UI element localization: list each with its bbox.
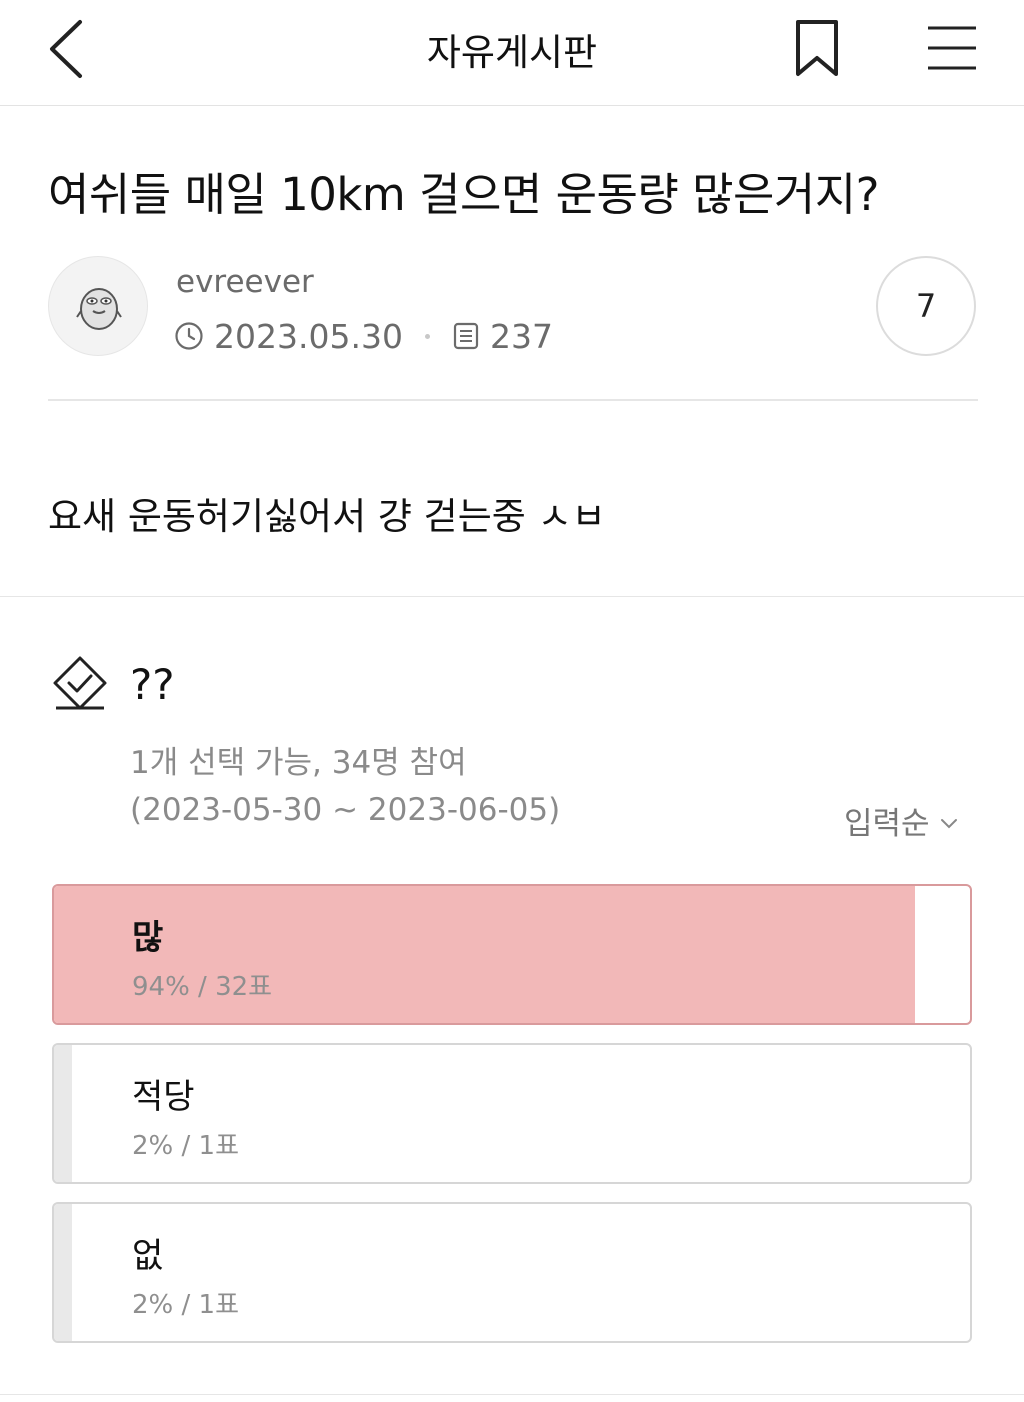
- author-name[interactable]: evreever: [176, 264, 314, 300]
- poll-option-bar: [54, 1045, 73, 1182]
- post-meta: 2023.05.30 237: [174, 316, 553, 356]
- poll-option[interactable]: 많 94% / 32표: [52, 884, 972, 1025]
- poll-option[interactable]: 없 2% / 1표: [52, 1202, 972, 1343]
- bookmark-button[interactable]: [790, 18, 846, 80]
- post-title: 여쉬들 매일 10km 걸으면 운동량 많은거지?: [48, 168, 880, 221]
- meta-separator: [424, 333, 430, 339]
- poll-option-result: 94% / 32표: [132, 972, 273, 1002]
- character-avatar-icon: [76, 288, 122, 330]
- poll-title: ??: [130, 660, 175, 709]
- divider: [0, 1394, 1024, 1395]
- poll-option-label: 없: [132, 1236, 164, 1276]
- poll-option-label: 적당: [132, 1077, 195, 1117]
- divider: [48, 399, 978, 401]
- bookmark-icon: [796, 20, 838, 76]
- board-title: 자유게시판: [426, 31, 598, 74]
- top-bar: 자유게시판: [0, 0, 1024, 106]
- clock-icon: [175, 322, 203, 350]
- hamburger-menu-icon: [928, 26, 976, 70]
- chevron-down-icon: [940, 818, 957, 828]
- poll-option-result: 2% / 1표: [132, 1290, 239, 1320]
- vote-check-icon: [53, 656, 107, 710]
- poll-period: (2023-05-30 ~ 2023-06-05): [130, 792, 561, 828]
- poll-option-label: 많: [132, 918, 164, 958]
- sort-label: 입력순: [844, 806, 930, 842]
- view-count: 237: [489, 316, 553, 356]
- post-page: 자유게시판 여쉬들 매일 10km 걸으면 운동량 많은거지? evreever…: [0, 0, 1024, 1402]
- menu-button[interactable]: [920, 20, 982, 76]
- poll-option-bar: [54, 1204, 73, 1341]
- sort-dropdown[interactable]: 입력순: [844, 798, 958, 843]
- divider: [0, 596, 1024, 597]
- comment-count-button[interactable]: 7: [876, 256, 976, 356]
- post-body: 요새 운동허기싫어서 걍 걷는중 ㅅㅂ: [48, 495, 606, 538]
- post-date: 2023.05.30: [214, 316, 403, 356]
- poll-option-result: 2% / 1표: [132, 1131, 239, 1161]
- poll-option[interactable]: 적당 2% / 1표: [52, 1043, 972, 1184]
- avatar[interactable]: [48, 256, 148, 356]
- poll-info: 1개 선택 가능, 34명 참여: [130, 745, 467, 781]
- document-icon: [453, 322, 479, 350]
